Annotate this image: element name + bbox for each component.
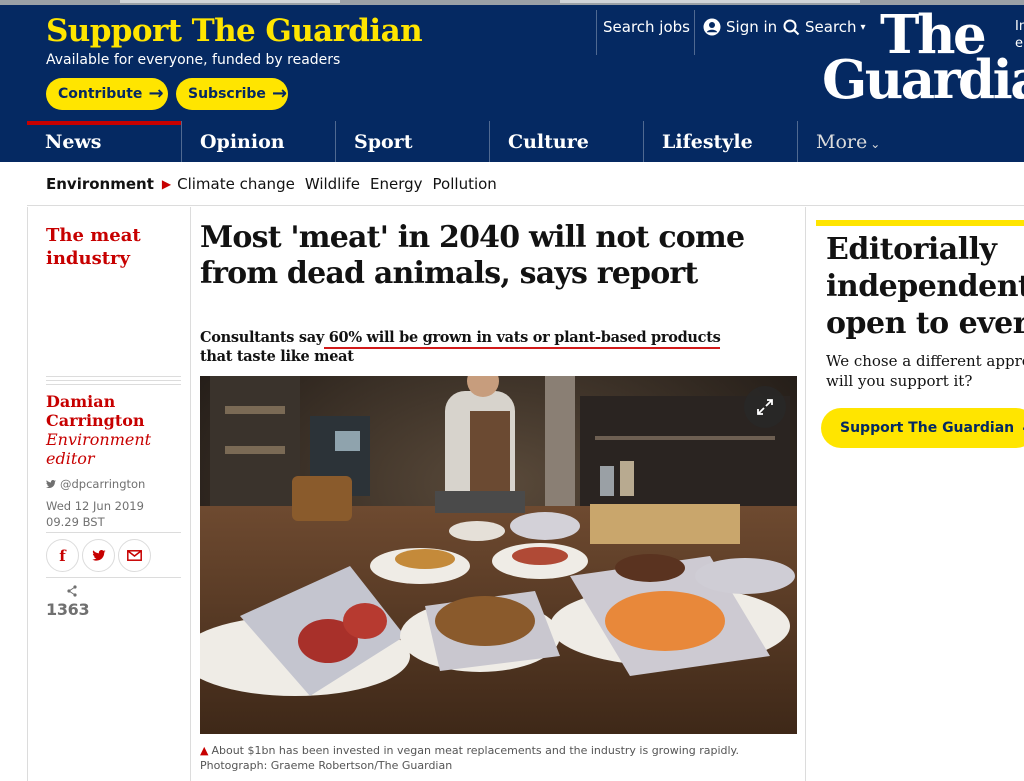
author-byline: Damian Carrington Environment editor: [46, 392, 156, 468]
share-email-button[interactable]: [118, 539, 151, 572]
author-twitter[interactable]: @dpcarrington: [46, 477, 145, 491]
contribute-button[interactable]: Contribute →: [46, 78, 168, 110]
browser-tab-sliver: [120, 0, 340, 3]
expand-icon: [757, 399, 773, 415]
nav-item-lifestyle[interactable]: Lifestyle: [643, 121, 797, 162]
column-rule: [27, 207, 28, 781]
support-title: Support The Guardian: [46, 13, 423, 49]
site-header: Support The Guardian Available for every…: [0, 5, 1024, 162]
search-jobs-label: Search jobs: [603, 18, 690, 36]
expand-image-button[interactable]: [744, 386, 786, 428]
standfirst-highlight: 60% will be grown in vats or plant-based…: [324, 329, 721, 349]
support-guardian-button[interactable]: Support The Guardian →: [821, 408, 1024, 448]
subnav-item-energy[interactable]: Energy: [370, 175, 423, 193]
account-icon: [703, 18, 721, 36]
share-facebook-button[interactable]: f: [46, 539, 79, 572]
sign-in-link[interactable]: Sign in: [703, 18, 777, 36]
email-icon: [127, 550, 142, 561]
nav-item-opinion[interactable]: Opinion: [181, 121, 335, 162]
meta-rule: [46, 380, 181, 381]
clipped-edge-text-2: e: [1015, 36, 1023, 51]
section-subnav: Environment ▶ Climate change Wildlife En…: [27, 162, 1024, 206]
subscribe-label: Subscribe: [188, 86, 266, 102]
support-guardian-label: Support The Guardian: [840, 420, 1015, 436]
contribute-label: Contribute: [58, 86, 143, 102]
subnav-item-wildlife[interactable]: Wildlife: [305, 175, 360, 193]
clipped-edge-text-1: In: [1015, 19, 1024, 34]
share-twitter-button[interactable]: [82, 539, 115, 572]
subscribe-button[interactable]: Subscribe →: [176, 78, 288, 110]
article-standfirst: Consultants say 60% will be grown in vat…: [200, 328, 760, 366]
nav-item-news[interactable]: News: [27, 121, 181, 162]
support-box-headline-line: Editorially: [826, 232, 997, 267]
author-role: Environment editor: [46, 430, 152, 468]
article-kicker[interactable]: The meat industry: [46, 224, 146, 270]
column-rule: [805, 207, 806, 781]
twitter-icon: [46, 479, 56, 488]
author-name[interactable]: Damian Carrington: [46, 392, 146, 430]
header-divider: [596, 10, 597, 55]
meta-rule: [46, 532, 181, 533]
standfirst-text: that taste like meat: [200, 348, 354, 365]
caption-text: About $1bn has been invested in vegan me…: [200, 744, 739, 772]
more-label: More: [816, 131, 868, 153]
article-time: 09.29 BST: [46, 515, 105, 529]
meta-rule: [46, 577, 181, 578]
search-icon: [783, 19, 800, 35]
nav-item-sport[interactable]: Sport: [335, 121, 489, 162]
primary-nav: News Opinion Sport Culture Lifestyle Mor…: [27, 121, 1007, 162]
logo-line-2: Guardian: [822, 49, 1024, 111]
sign-in-label: Sign in: [726, 18, 778, 36]
meta-rule: [46, 384, 181, 385]
share-icon: [67, 585, 77, 597]
clipped-edge-text: In e: [1015, 18, 1024, 52]
support-box-accent: [816, 220, 1024, 226]
image-caption: ▲ About $1bn has been invested in vegan m…: [200, 743, 790, 773]
triangle-up-icon: ▲: [200, 744, 209, 757]
share-count: 1363: [46, 600, 90, 619]
article-headline: Most 'meat' in 2040 will not come from d…: [200, 220, 745, 291]
header-divider: [694, 10, 695, 55]
search-jobs-link[interactable]: Search jobs: [603, 18, 690, 36]
nav-item-culture[interactable]: Culture: [489, 121, 643, 162]
chevron-down-icon: ⌄: [870, 137, 881, 151]
support-box-headline-line: independent: [826, 269, 1024, 304]
support-subtitle: Available for everyone, funded by reader…: [46, 52, 341, 68]
guardian-logo[interactable]: The Guardian: [822, 9, 1024, 111]
article-date: Wed 12 Jun 2019: [46, 499, 144, 513]
support-box-headline-line: open to every: [826, 306, 1024, 341]
subnav-section-environment[interactable]: Environment: [46, 175, 154, 193]
standfirst-text: Consultants say: [200, 329, 324, 346]
subnav-item-climate-change[interactable]: Climate change: [177, 175, 295, 193]
support-box-headline: Editorially independent open to every: [826, 231, 1024, 342]
support-box-text-line: will you support it?: [826, 372, 973, 390]
kicker-text: The meat industry: [46, 225, 141, 269]
nav-item-more[interactable]: More ⌄: [797, 121, 1007, 162]
triangle-right-icon: ▶: [161, 176, 172, 191]
main-image-artwork: [200, 376, 797, 734]
arrow-right-icon: →: [148, 83, 164, 104]
facebook-icon: f: [59, 546, 66, 565]
twitter-icon: [91, 549, 106, 561]
meta-rule: [46, 376, 181, 377]
article-main-image[interactable]: [200, 376, 797, 734]
column-rule: [190, 207, 191, 781]
support-box-text-line: We chose a different approa: [826, 352, 1024, 370]
article-dateline: Wed 12 Jun 2019 09.29 BST: [46, 498, 144, 530]
subnav-item-pollution[interactable]: Pollution: [433, 175, 497, 193]
browser-tab-sliver: [560, 0, 860, 3]
arrow-right-icon: →: [271, 83, 288, 104]
support-box-text: We chose a different approa will you sup…: [826, 351, 1024, 391]
twitter-handle: @dpcarrington: [60, 477, 146, 491]
